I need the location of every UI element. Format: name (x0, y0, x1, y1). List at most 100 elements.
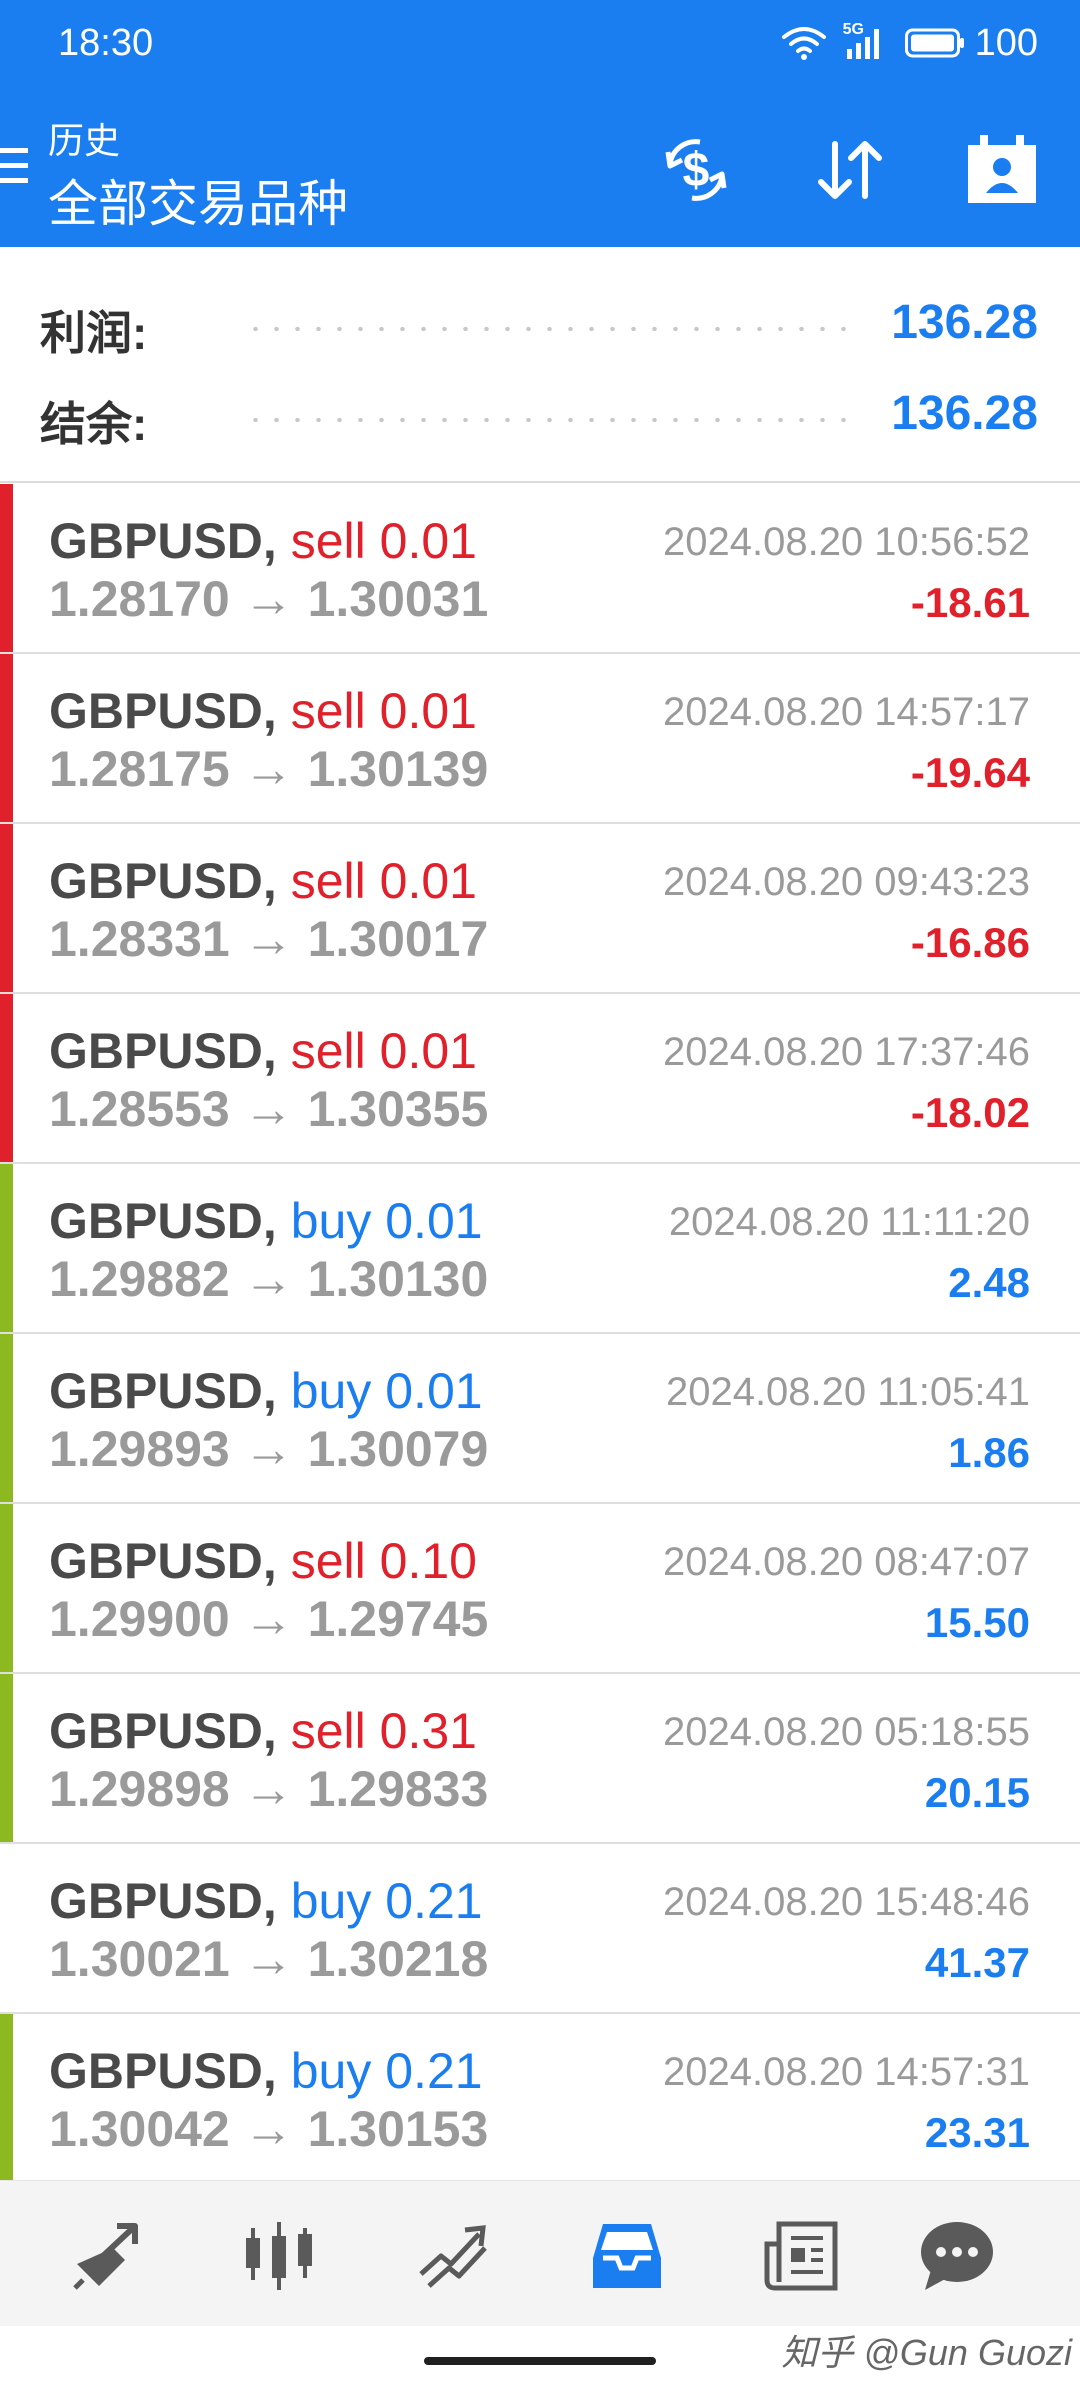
open-price: 1.29882 (49, 1251, 230, 1307)
deal-marker (0, 1504, 13, 1672)
symbol-filter-title[interactable]: 全部交易品种 (48, 164, 348, 236)
close-price: 1.30130 (307, 1251, 489, 1307)
news-icon[interactable] (756, 2211, 846, 2301)
deal-prices: 1.28175 → 1.30139 (49, 740, 488, 798)
deal-row[interactable]: GBPUSD, buy 0.01 1.29882 → 1.30130 2024.08… (0, 1164, 1080, 1334)
deal-marker (0, 484, 13, 652)
deal-profit: 20.15 (924, 1769, 1030, 1816)
deal-time: 2024.08.20 05:18:55 (662, 1710, 1030, 1754)
close-price: 1.30139 (307, 741, 489, 797)
battery-level: 100 (974, 21, 1038, 64)
deal-marker (0, 2014, 13, 2180)
deal-symbol: GBPUSD, (49, 1023, 277, 1079)
deal-profit: 41.37 (924, 1939, 1030, 1986)
deal-marker (0, 654, 13, 822)
deal-volume: 0.31 (379, 1703, 477, 1759)
deal-row[interactable]: GBPUSD, sell 0.01 1.28553 → 1.30355 2024.0… (0, 994, 1080, 1164)
open-price: 1.29898 (49, 1761, 230, 1817)
deal-type: buy (290, 1193, 372, 1249)
trade-icon[interactable] (408, 2211, 498, 2301)
deal-prices: 1.29893 → 1.30079 (49, 1420, 488, 1478)
deal-time: 2024.08.20 08:47:07 (662, 1540, 1030, 1584)
arrow-right-icon: → (243, 1081, 294, 1137)
contact-icon[interactable] (962, 130, 1042, 210)
deal-header: GBPUSD, buy 0.01 (49, 1362, 483, 1420)
deal-time: 2024.08.20 14:57:17 (662, 690, 1030, 734)
close-price: 1.30355 (307, 1081, 489, 1137)
open-price: 1.28175 (49, 741, 230, 797)
deal-marker (0, 1164, 13, 1332)
deal-row[interactable]: GBPUSD, sell 0.01 1.28175 → 1.30139 2024.0… (0, 654, 1080, 824)
arrow-right-icon: → (243, 1251, 294, 1307)
deal-prices: 1.29882 → 1.30130 (49, 1250, 488, 1308)
deal-header: GBPUSD, sell 0.10 (49, 1532, 477, 1590)
home-indicator[interactable] (424, 2357, 656, 2365)
deal-symbol: GBPUSD, (49, 1363, 277, 1419)
sort-icon[interactable] (810, 130, 890, 210)
deal-row[interactable]: GBPUSD, buy 0.21 1.30021 → 1.30218 2024.08… (0, 1844, 1080, 2014)
deal-type: sell (290, 683, 366, 739)
deal-time: 2024.08.20 15:48:46 (662, 1880, 1030, 1924)
close-price: 1.30017 (307, 911, 489, 967)
deal-row[interactable]: GBPUSD, sell 0.10 1.29900 → 1.29745 2024.0… (0, 1504, 1080, 1674)
deal-header: GBPUSD, sell 0.01 (49, 512, 477, 570)
header: 18:30 5G 100 历史 全部交易品种 $ (0, 0, 1080, 247)
deal-profit: 15.50 (924, 1599, 1030, 1646)
deal-profit: -18.61 (910, 579, 1030, 626)
deal-header: GBPUSD, buy 0.21 (49, 2042, 483, 2100)
deal-row[interactable]: GBPUSD, buy 0.01 1.29893 → 1.30079 2024.08… (0, 1334, 1080, 1504)
deal-profit: 23.31 (924, 2109, 1030, 2156)
deal-prices: 1.28170 → 1.30031 (49, 570, 488, 628)
deal-volume: 0.01 (379, 513, 477, 569)
deal-header: GBPUSD, sell 0.01 (49, 1022, 477, 1080)
balance-row: 结余: 136.28 (0, 374, 1080, 454)
deal-row[interactable]: GBPUSD, buy 0.21 1.30042 → 1.30153 2024.08… (0, 2014, 1080, 2180)
deal-volume: 0.01 (385, 1363, 483, 1419)
quotes-icon[interactable] (62, 2211, 152, 2301)
deal-profit: 1.86 (948, 1429, 1030, 1476)
messages-icon[interactable] (912, 2211, 1002, 2301)
battery-icon (904, 28, 965, 58)
divider (0, 481, 1080, 483)
deal-type: buy (290, 1363, 372, 1419)
history-icon[interactable] (582, 2211, 672, 2301)
arrow-right-icon: → (243, 571, 294, 627)
deal-volume: 0.21 (385, 2043, 483, 2099)
deal-marker (0, 994, 13, 1162)
close-price: 1.30031 (307, 571, 489, 627)
deal-symbol: GBPUSD, (49, 1533, 277, 1589)
deal-prices: 1.29898 → 1.29833 (49, 1760, 488, 1818)
deal-time: 2024.08.20 11:11:20 (668, 1200, 1030, 1244)
deal-time: 2024.08.20 11:05:41 (665, 1370, 1030, 1414)
arrow-right-icon: → (243, 1421, 294, 1477)
open-price: 1.28553 (49, 1081, 230, 1137)
network-type: 5G (842, 21, 864, 38)
close-price: 1.29833 (307, 1761, 489, 1817)
profit-value: 136.28 (891, 296, 1038, 349)
deal-marker (0, 1334, 13, 1502)
deal-list[interactable]: GBPUSD, sell 0.01 1.28170 → 1.30031 2024.0… (0, 484, 1080, 2180)
dotted-leader (245, 327, 850, 331)
arrow-right-icon: → (243, 2101, 294, 2157)
status-bar: 18:30 5G 100 (0, 0, 1080, 92)
open-price: 1.28331 (49, 911, 230, 967)
open-price: 1.29900 (49, 1591, 230, 1647)
deal-prices: 1.30042 → 1.30153 (49, 2100, 488, 2158)
profit-row: 利润: 136.28 (0, 283, 1080, 363)
currency-icon[interactable]: $ (656, 130, 736, 210)
menu-icon[interactable] (0, 144, 30, 188)
deal-profit: 2.48 (948, 1259, 1030, 1306)
deal-time: 2024.08.20 09:43:23 (662, 860, 1030, 904)
open-price: 1.30042 (49, 2101, 230, 2157)
deal-row[interactable]: GBPUSD, sell 0.01 1.28331 → 1.30017 2024.0… (0, 824, 1080, 994)
signal-icon: 5G (843, 21, 887, 61)
deal-symbol: GBPUSD, (49, 2043, 277, 2099)
bottom-nav (0, 2180, 1080, 2326)
arrow-right-icon: → (243, 741, 294, 797)
profit-label: 利润: (40, 307, 148, 359)
deal-row[interactable]: GBPUSD, sell 0.31 1.29898 → 1.29833 2024.0… (0, 1674, 1080, 1844)
watermark: 知乎 @Gun Guozi (781, 2332, 1072, 2373)
chart-icon[interactable] (234, 2211, 324, 2301)
close-price: 1.30218 (307, 1931, 489, 1987)
deal-row[interactable]: GBPUSD, sell 0.01 1.28170 → 1.30031 2024.0… (0, 484, 1080, 654)
